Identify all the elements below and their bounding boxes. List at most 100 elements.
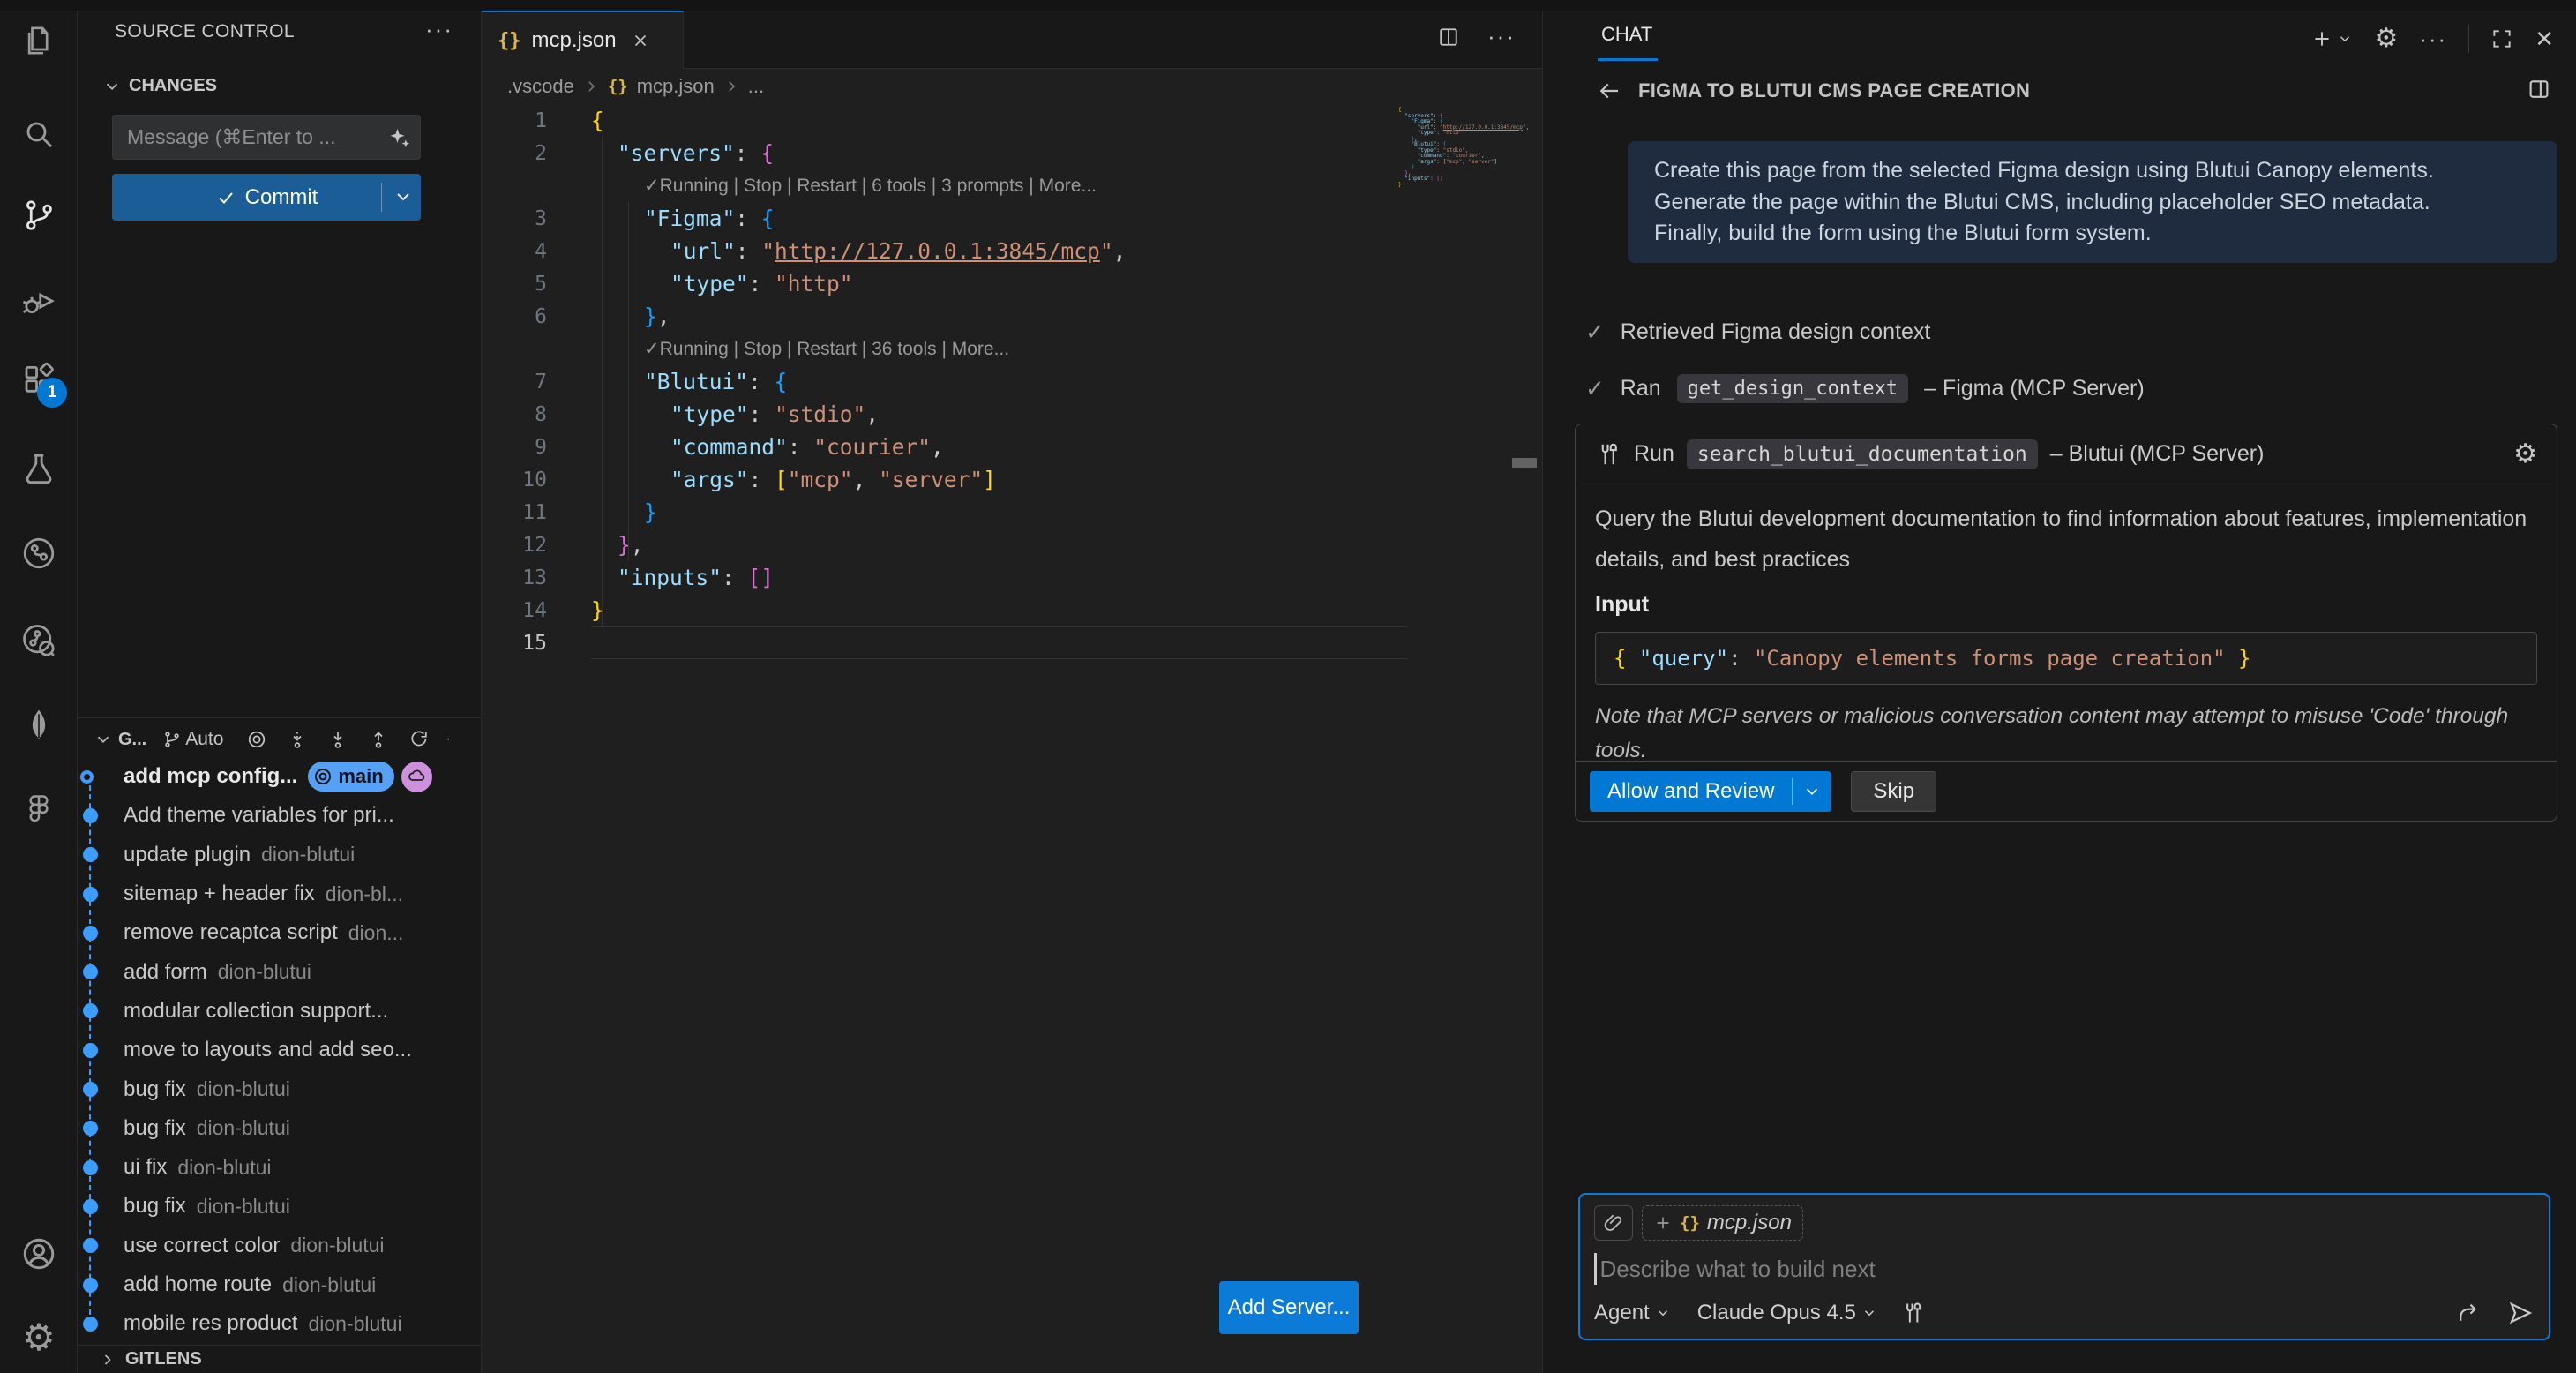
commit-button[interactable]: Commit [112,174,421,221]
code-line[interactable]: 7"Blutui": { [482,365,1542,398]
commit-row[interactable]: add formdion-blutui [78,953,482,992]
changes-section-header[interactable]: CHANGES [102,76,217,96]
commit-row[interactable]: move to layouts and add seo... [78,1031,482,1069]
tool-settings-gear-icon[interactable]: ⚙ [2513,441,2537,468]
new-chat-button[interactable] [2310,27,2353,50]
code-line[interactable]: 3"Figma": { [482,202,1542,235]
back-arrow-icon[interactable] [1596,78,1622,104]
model-dropdown[interactable]: Claude Opus 4.5 [1697,1301,1877,1325]
send-icon[interactable] [2506,1299,2535,1327]
commit-row[interactable]: add home routedion-blutui [78,1265,482,1304]
allow-dropdown-chevron[interactable] [1793,782,1831,801]
commit-dot [83,1121,98,1136]
tool-step-completed[interactable]: ✓ Retrieved Figma design context [1585,311,2556,353]
mongodb-icon[interactable] [19,705,58,744]
code-line[interactable]: 14} [482,594,1542,626]
pull-icon[interactable] [327,729,348,750]
chat-tab-active-indicator [1598,58,1658,61]
refresh-icon[interactable] [408,729,430,750]
tools-picker-icon[interactable] [1900,1301,1925,1325]
code-line[interactable]: 5"type": "http" [482,267,1542,300]
fetch-icon[interactable] [287,729,308,750]
git-graph-icon[interactable] [19,534,58,573]
sidebar-more-actions[interactable]: ··· [425,16,453,43]
run-debug-icon[interactable] [19,282,58,321]
tab-close-icon[interactable] [631,31,650,50]
explorer-icon[interactable] [19,21,58,60]
skip-button[interactable]: Skip [1851,771,1936,812]
breadcrumb-file: mcp.json [637,75,715,98]
chat-input-placeholder[interactable]: Describe what to build next [1600,1256,1876,1283]
split-editor-icon[interactable] [1436,25,1461,49]
commit-row[interactable]: modular collection support... [78,992,482,1031]
codelens[interactable]: ✓Running | Stop | Restart | 36 tools | M… [482,333,1542,365]
cloud-avatar [401,762,432,792]
gitlens-section-header[interactable]: GITLENS [78,1345,482,1373]
sparkle-ai-icon[interactable] [386,125,413,152]
commit-row[interactable]: bug fixdion-blutui [78,1187,482,1226]
chat-input-box[interactable]: {} mcp.json Describe what to build next … [1578,1193,2550,1340]
commit-author: dion-blutui [261,843,355,867]
commit-row[interactable]: ui fixdion-blutui [78,1148,482,1187]
testing-beaker-icon[interactable] [19,450,58,489]
graph-section-header[interactable]: G... Auto · [78,722,482,757]
forward-arrow-icon[interactable] [2455,1300,2482,1326]
close-panel-icon[interactable]: ✕ [2535,26,2554,53]
chat-settings-gear-icon[interactable]: ⚙ [2374,26,2398,52]
commit-row[interactable]: update plugindion-blutui [78,836,482,874]
code-line[interactable]: 1{ [482,104,1542,137]
tool-input-code[interactable]: { "query": "Canopy elements forms page c… [1595,632,2537,685]
breadcrumb[interactable]: .vscode {} mcp.json ... [507,69,764,104]
commit-row[interactable]: add mcp config...main [78,757,482,796]
commit-row[interactable]: bug fixdion-blutui [78,1069,482,1108]
branch-badge[interactable]: main [308,762,393,792]
commit-message-input[interactable] [112,115,421,160]
attach-context-button[interactable] [1594,1205,1633,1241]
chat-more-actions[interactable]: ··· [2419,26,2447,53]
code-line[interactable]: 13"inputs": [] [482,561,1542,594]
code-line[interactable]: 6}, [482,300,1542,333]
branch-badge-label: main [338,765,383,788]
code-line[interactable]: 8"type": "stdio", [482,398,1542,431]
chat-tab[interactable]: CHAT [1601,23,1652,46]
code-line[interactable]: 2"servers": { [482,137,1542,169]
account-icon[interactable] [19,1234,58,1273]
tool-step-completed[interactable]: ✓ Ran get_design_context – Figma (MCP Se… [1585,367,2556,409]
code-line[interactable]: 10"args": ["mcp", "server"] [482,463,1542,496]
push-icon[interactable] [368,729,389,750]
search-icon[interactable] [19,115,58,154]
target-icon[interactable] [246,729,267,750]
commit-row[interactable]: bug fixdion-blutui [78,1109,482,1148]
editor-more-actions[interactable]: ··· [1487,23,1516,50]
code-line[interactable]: 12}, [482,529,1542,561]
agent-mode-dropdown[interactable]: Agent [1594,1301,1671,1325]
open-in-editor-icon[interactable] [2526,76,2552,102]
codelens[interactable]: ✓Running | Stop | Restart | 6 tools | 3 … [482,169,1542,202]
add-server-button[interactable]: Add Server... [1219,1281,1359,1334]
code-line[interactable]: 11} [482,496,1542,529]
code-line[interactable]: 15 [482,626,1542,659]
minimap[interactable]: { "servers": { "Figma": { "url": "http:/… [1398,108,1504,188]
maximize-icon[interactable] [2490,27,2513,50]
commit-dot [83,887,98,902]
tool-confirmation-box: Run search_blutui_documentation – Blutui… [1575,424,2557,822]
gitlens-icon[interactable] [19,621,58,660]
source-control-icon[interactable] [19,196,58,235]
commit-message: Add theme variables for pri... [124,803,394,828]
settings-gear-icon[interactable]: ⚙ [19,1318,58,1357]
commit-row[interactable]: sitemap + header fixdion-bl... [78,874,482,913]
commit-row[interactable]: use correct colordion-blutui [78,1227,482,1265]
attached-file-chip[interactable]: {} mcp.json [1642,1205,1803,1241]
commit-dropdown-chevron[interactable] [393,186,414,207]
commit-row[interactable]: mobile res productdion-blutui [78,1304,482,1343]
commit-row[interactable]: remove recaptca scriptdion... [78,913,482,952]
graph-repo-selector[interactable]: Auto [162,729,223,750]
code-line[interactable]: 9"command": "courier", [482,431,1542,463]
allow-and-review-button[interactable]: Allow and Review [1590,771,1831,812]
commit-row[interactable]: Add theme variables for pri... [78,796,482,835]
code-area[interactable]: 1{2"servers": {✓Running | Stop | Restart… [482,104,1542,659]
tab-mcp-json[interactable]: {} mcp.json [482,11,684,69]
commit-graph-list: add mcp config...main Add theme variables… [78,757,482,1345]
figma-icon[interactable] [19,789,58,828]
code-line[interactable]: 4"url": "http://127.0.0.1:3845/mcp", [482,235,1542,267]
